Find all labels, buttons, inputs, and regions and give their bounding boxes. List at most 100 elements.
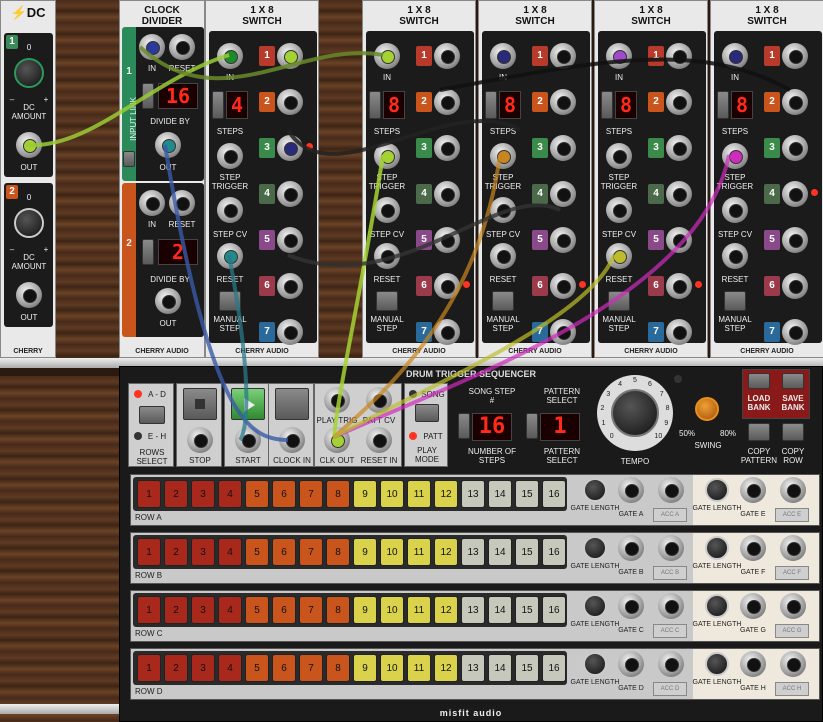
step-button-4[interactable]: 4 — [218, 596, 242, 624]
switch-out-jack-6[interactable] — [277, 273, 303, 299]
step-button-5[interactable]: 5 — [245, 654, 269, 682]
step-trigger-jack[interactable] — [490, 143, 516, 169]
gate-length-knob[interactable] — [583, 652, 607, 676]
step-button-3[interactable]: 3 — [191, 596, 215, 624]
steps-stepper[interactable] — [601, 91, 613, 119]
manual-step-button[interactable] — [492, 291, 514, 311]
step-button-6[interactable]: 6 — [272, 480, 296, 508]
switch-out-jack-1[interactable] — [666, 43, 692, 69]
manual-step-button[interactable] — [376, 291, 398, 311]
acc-jack[interactable] — [780, 477, 806, 503]
reset-jack[interactable] — [490, 243, 516, 269]
clock-reset-jack-1[interactable] — [169, 34, 195, 60]
step-button-11[interactable]: 11 — [407, 480, 431, 508]
step-trigger-jack[interactable] — [374, 143, 400, 169]
acc-button[interactable]: ACC A — [653, 508, 687, 522]
step-button-12[interactable]: 12 — [434, 538, 458, 566]
step-button-3[interactable]: 3 — [191, 654, 215, 682]
start-jack[interactable] — [235, 427, 261, 453]
switch-out-jack-7[interactable] — [434, 319, 460, 345]
patt-cv-jack[interactable] — [366, 387, 392, 413]
save-bank-button[interactable] — [782, 373, 804, 389]
clock-out-jack-2[interactable] — [155, 288, 181, 314]
acc-button[interactable]: ACC F — [775, 566, 809, 580]
step-button-12[interactable]: 12 — [434, 654, 458, 682]
step-button-16[interactable]: 16 — [542, 480, 566, 508]
switch-out-jack-2[interactable] — [277, 89, 303, 115]
gate-jack[interactable] — [740, 593, 766, 619]
step-button-5[interactable]: 5 — [245, 480, 269, 508]
pattern-stepper[interactable] — [526, 413, 538, 439]
step-button-1[interactable]: 1 — [137, 654, 161, 682]
play-trig-jack[interactable] — [324, 387, 350, 413]
switch-out-jack-4[interactable] — [666, 181, 692, 207]
step-cv-jack[interactable] — [722, 197, 748, 223]
switch-out-jack-6[interactable] — [434, 273, 460, 299]
step-button-7[interactable]: 7 — [299, 538, 323, 566]
step-button-3[interactable]: 3 — [191, 538, 215, 566]
switch-out-jack-5[interactable] — [277, 227, 303, 253]
switch-out-jack-2[interactable] — [434, 89, 460, 115]
step-button-4[interactable]: 4 — [218, 654, 242, 682]
reset-jack[interactable] — [374, 243, 400, 269]
step-button-8[interactable]: 8 — [326, 654, 350, 682]
divide-stepper-1[interactable] — [142, 83, 154, 109]
switch-out-jack-7[interactable] — [550, 319, 576, 345]
step-button-4[interactable]: 4 — [218, 538, 242, 566]
steps-stepper[interactable] — [485, 91, 497, 119]
step-button-15[interactable]: 15 — [515, 538, 539, 566]
acc-jack[interactable] — [780, 593, 806, 619]
step-button-9[interactable]: 9 — [353, 538, 377, 566]
switch-out-jack-5[interactable] — [782, 227, 808, 253]
divide-stepper-2[interactable] — [142, 239, 154, 265]
step-button[interactable] — [275, 388, 309, 420]
step-button-9[interactable]: 9 — [353, 480, 377, 508]
reset-jack[interactable] — [217, 243, 243, 269]
gate-jack[interactable] — [618, 651, 644, 677]
step-button-2[interactable]: 2 — [164, 480, 188, 508]
step-button-3[interactable]: 3 — [191, 480, 215, 508]
dc-out-jack-1[interactable] — [16, 132, 42, 158]
step-button-1[interactable]: 1 — [137, 480, 161, 508]
acc-button[interactable]: ACC E — [775, 508, 809, 522]
step-button-1[interactable]: 1 — [137, 538, 161, 566]
acc-jack[interactable] — [780, 651, 806, 677]
step-button-4[interactable]: 4 — [218, 480, 242, 508]
switch-out-jack-7[interactable] — [666, 319, 692, 345]
step-cv-jack[interactable] — [490, 197, 516, 223]
gate-length-knob[interactable] — [705, 536, 729, 560]
step-button-8[interactable]: 8 — [326, 480, 350, 508]
acc-jack[interactable] — [658, 651, 684, 677]
step-button-2[interactable]: 2 — [164, 654, 188, 682]
switch-out-jack-2[interactable] — [782, 89, 808, 115]
step-button-12[interactable]: 12 — [434, 480, 458, 508]
manual-step-button[interactable] — [724, 291, 746, 311]
step-button-16[interactable]: 16 — [542, 538, 566, 566]
gate-jack[interactable] — [740, 535, 766, 561]
reset-jack[interactable] — [606, 243, 632, 269]
step-cv-jack[interactable] — [217, 197, 243, 223]
clk-out-jack[interactable] — [324, 427, 350, 453]
clock-reset-jack-2[interactable] — [169, 190, 195, 216]
switch-out-jack-5[interactable] — [550, 227, 576, 253]
steps-stepper[interactable] — [458, 413, 470, 439]
steps-stepper[interactable] — [369, 91, 381, 119]
step-button-12[interactable]: 12 — [434, 596, 458, 624]
acc-button[interactable]: ACC B — [653, 566, 687, 580]
steps-stepper[interactable] — [212, 91, 224, 119]
switch-in-jack[interactable] — [374, 43, 400, 69]
step-trigger-jack[interactable] — [606, 143, 632, 169]
gate-length-knob[interactable] — [705, 652, 729, 676]
step-button-8[interactable]: 8 — [326, 538, 350, 566]
step-button-10[interactable]: 10 — [380, 538, 404, 566]
gate-length-knob[interactable] — [583, 594, 607, 618]
switch-out-jack-3[interactable] — [277, 135, 303, 161]
step-button-11[interactable]: 11 — [407, 538, 431, 566]
clock-in-jack-2[interactable] — [139, 190, 165, 216]
switch-out-jack-4[interactable] — [434, 181, 460, 207]
switch-out-jack-1[interactable] — [277, 43, 303, 69]
load-bank-button[interactable] — [748, 373, 770, 389]
switch-out-jack-2[interactable] — [666, 89, 692, 115]
step-button-5[interactable]: 5 — [245, 596, 269, 624]
step-trigger-jack[interactable] — [217, 143, 243, 169]
